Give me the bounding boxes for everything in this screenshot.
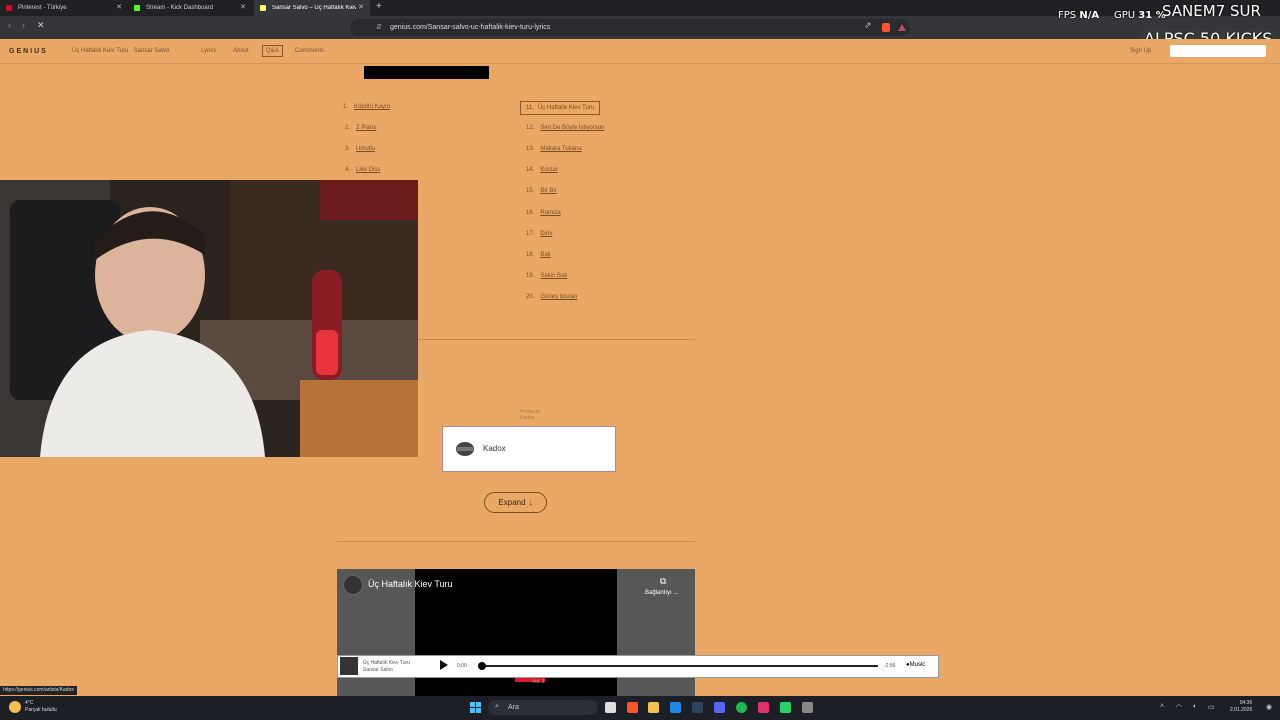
tab-label: Sansar Salvo – Üç Haftalık Kiev T <box>272 5 356 11</box>
webcam-image <box>0 180 418 457</box>
expand-button[interactable]: Expand ↓ <box>484 492 547 513</box>
genius-icon <box>260 5 266 11</box>
kick-icon <box>134 5 140 11</box>
track-item[interactable]: 19. Sakin Bak <box>526 273 567 279</box>
notification-icon[interactable]: ◉ <box>1266 703 1272 711</box>
share-icon[interactable]: ⇗ <box>864 20 872 31</box>
divider <box>418 339 695 340</box>
store-icon[interactable] <box>670 702 681 713</box>
tab-label: Stream - Kick Dashboard <box>146 5 214 11</box>
seek-bar[interactable] <box>482 665 878 667</box>
player-time-current: 0:00 <box>457 663 467 669</box>
header-song-title[interactable]: Üç Haftalık Kiev Turu · Sansar Salvo <box>72 48 169 54</box>
player-time-remaining: -2:56 <box>884 663 896 669</box>
tab-kick[interactable]: Stream - Kick Dashboard ✕ <box>128 0 252 16</box>
gpu-readout: GPU 31 % <box>1114 10 1166 21</box>
search-icon: ⌕ <box>495 703 499 710</box>
player-artist: Sansar Salvo <box>363 667 393 673</box>
discord-icon[interactable] <box>714 702 725 713</box>
seek-handle[interactable] <box>478 662 486 670</box>
webcam-overlay <box>0 180 418 457</box>
close-icon[interactable]: ✕ <box>358 3 364 11</box>
weather-widget[interactable]: 4°C Parçalı bulutlu <box>25 700 57 714</box>
genius-header <box>0 39 1280 64</box>
weather-icon[interactable] <box>9 701 21 713</box>
track-item[interactable]: 2. Z Plans <box>345 125 376 131</box>
video-caption: Vol. 2 <box>532 679 545 685</box>
search-input[interactable] <box>1170 45 1266 57</box>
track-item[interactable]: 4. Like Diss <box>345 167 380 173</box>
taskbar-clock[interactable]: 04:36 2.01.2026 <box>1230 700 1252 714</box>
signup-link[interactable]: Sign Up <box>1130 48 1151 54</box>
album-banner <box>364 66 489 79</box>
track-item[interactable]: 1. Köpötü Kayın <box>343 104 390 110</box>
track-item[interactable]: 17. Diriv <box>526 231 552 237</box>
nav-qa[interactable]: Q&A <box>262 45 283 57</box>
track-item[interactable]: 15. Bir Bir <box>526 188 557 194</box>
artist-avatar-icon <box>456 442 474 456</box>
copy-link-label[interactable]: Bağlantıyı ... <box>645 590 678 596</box>
whatsapp-icon[interactable] <box>780 702 791 713</box>
volume-icon[interactable]: ◖ <box>1192 703 1196 710</box>
nav-about[interactable]: About <box>233 48 249 54</box>
track-item[interactable]: 14. Kostar <box>526 167 558 173</box>
artist-hover-card[interactable] <box>442 426 616 472</box>
back-icon[interactable]: ‹ <box>8 20 11 30</box>
nav-comments[interactable]: Comments <box>295 48 324 54</box>
tab-pinterest[interactable]: Pinterest - Türkiye ✕ <box>0 0 128 16</box>
player-track-title: Üç Haftalık Kiev Turu <box>363 660 410 666</box>
copy-link-icon[interactable]: ⧉ <box>660 576 666 587</box>
track-item[interactable]: 12. Sen De Böyle İstiyorsun <box>526 125 604 131</box>
url-text: genius.com/Sansar-salvo-uc-haftalik-kiev… <box>390 24 551 31</box>
close-icon[interactable]: ✕ <box>116 3 122 11</box>
forward-icon[interactable]: › <box>22 20 25 30</box>
nav-lyrics[interactable]: Lyrics <box>201 48 216 54</box>
track-item[interactable]: 16. Ramcia <box>526 210 561 216</box>
taskbar-search-label: Ara <box>508 704 519 711</box>
chevron-down-icon: ↓ <box>528 498 533 507</box>
url-field[interactable]: ⇵ genius.com/Sansar-salvo-uc-haftalik-ki… <box>350 19 910 36</box>
steam-icon[interactable] <box>692 702 703 713</box>
status-url: https://genius.com/artists/Kadox <box>0 686 77 695</box>
taskbar-search[interactable]: ⌕ Ara <box>488 700 598 715</box>
track-item[interactable]: 3. Umutlu <box>345 146 375 152</box>
track-item[interactable]: 20. Güneş Ipsılan <box>526 294 577 300</box>
divider <box>337 541 695 542</box>
play-icon[interactable] <box>440 660 448 670</box>
overlay-name-line: SANEM7 SUR <box>1162 2 1261 20</box>
tray-chevron-icon[interactable]: ˄ <box>1160 703 1164 710</box>
windows-start-icon[interactable] <box>470 702 481 713</box>
artist-name[interactable]: Kadox <box>483 444 506 453</box>
video-title[interactable]: Üç Haftalık Kiev Turu <box>368 579 453 589</box>
close-icon[interactable]: ✕ <box>240 3 246 11</box>
file-explorer-icon[interactable] <box>648 702 659 713</box>
app-icon[interactable] <box>802 702 813 713</box>
task-view-icon[interactable] <box>605 702 616 713</box>
track-item[interactable]: 13. Makara Tukana <box>526 146 582 152</box>
pinterest-icon <box>6 5 12 11</box>
producer-label: Producer Kadox <box>520 409 541 421</box>
site-info-icon[interactable]: ⇵ <box>376 23 382 31</box>
tab-label: Pinterest - Türkiye <box>18 5 67 11</box>
brave-app-icon[interactable] <box>627 702 638 713</box>
instagram-icon[interactable] <box>758 702 769 713</box>
channel-avatar[interactable] <box>343 575 363 595</box>
taskbar <box>0 696 1280 720</box>
brave-shield-icon[interactable] <box>882 23 890 32</box>
new-tab-button[interactable]: + <box>376 1 382 12</box>
genius-logo[interactable]: GENIUS <box>9 48 48 55</box>
stop-icon[interactable]: ✕ <box>37 20 45 31</box>
track-item-current[interactable]: 11. Üç Haftalık Kiev Turu <box>520 101 601 115</box>
album-art <box>340 657 358 675</box>
wifi-icon[interactable]: ◠ <box>1176 703 1182 711</box>
fps-readout: FPS N/A <box>1058 10 1100 21</box>
tab-genius[interactable]: Sansar Salvo – Üç Haftalık Kiev T ✕ <box>254 0 370 16</box>
track-item[interactable]: 18. Bak <box>526 252 551 258</box>
apple-music-logo[interactable]: ●Music <box>906 662 925 668</box>
spotify-icon[interactable] <box>736 702 747 713</box>
rewards-icon[interactable] <box>898 24 906 31</box>
battery-icon[interactable]: ▭ <box>1208 703 1215 711</box>
